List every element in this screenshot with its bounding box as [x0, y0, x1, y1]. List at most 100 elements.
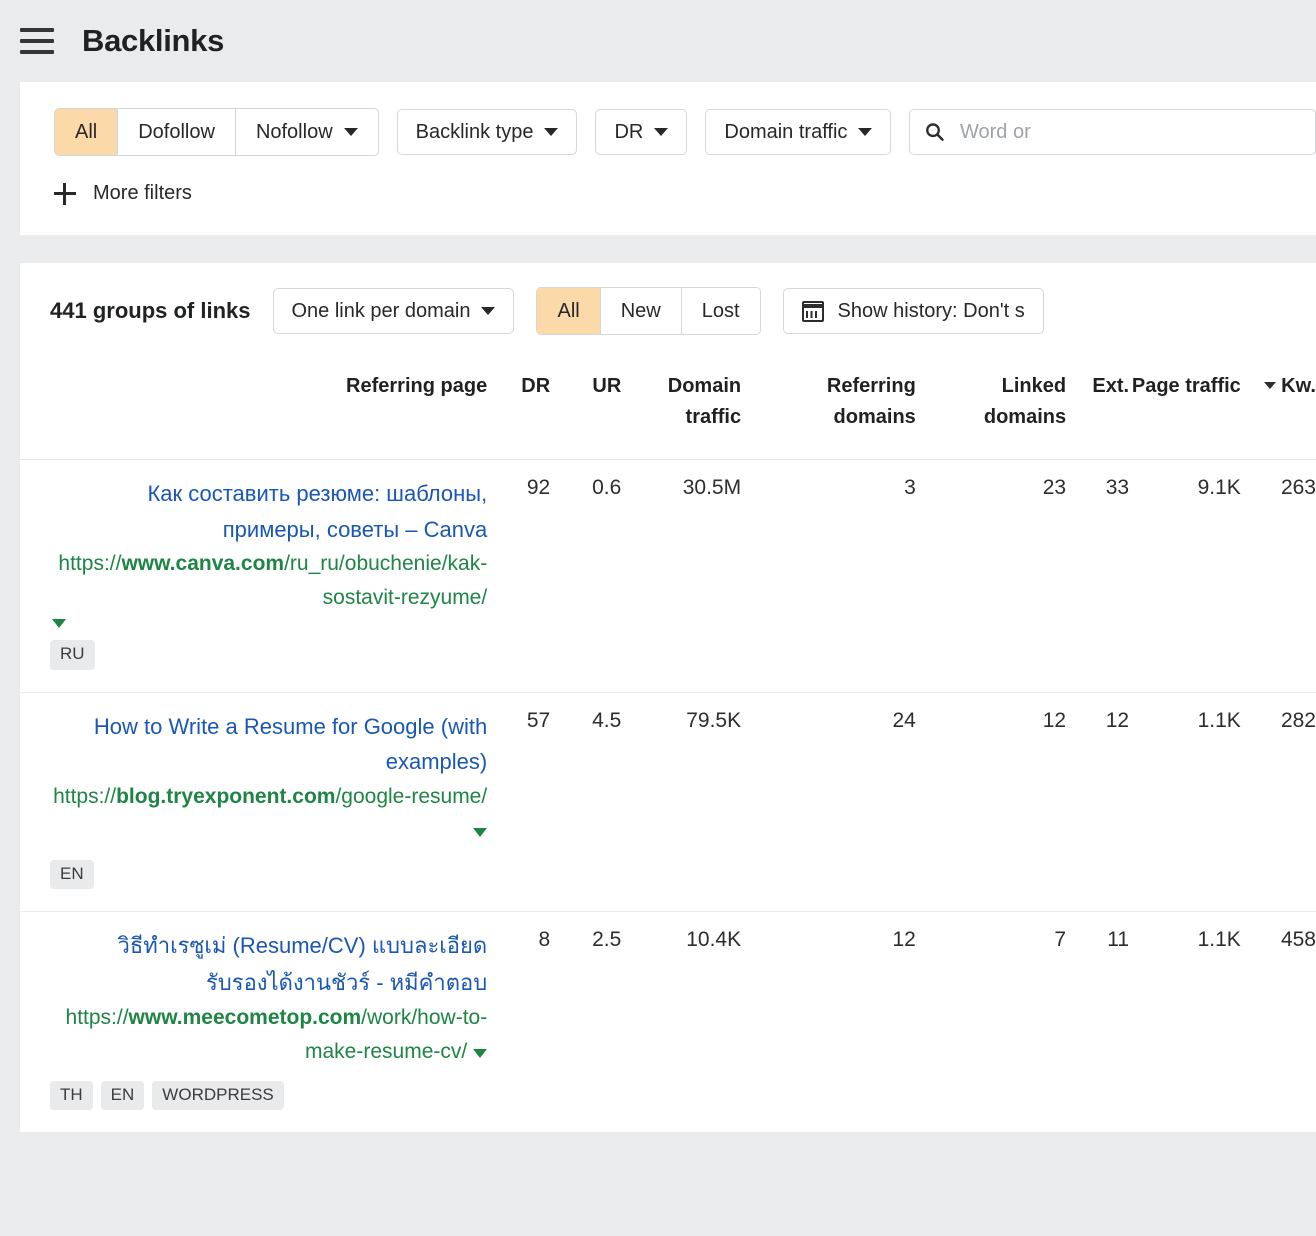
linked-domains-value[interactable]: 7	[916, 912, 1066, 1133]
search-icon	[924, 120, 946, 144]
table-toolbar: 441 groups of links One link per domain …	[20, 263, 1316, 359]
url-path: /ru_ru/obuchenie/kak-sostavit-rezyume/	[284, 552, 487, 609]
top-header: Backlinks	[0, 0, 1316, 82]
url-domain: www.canva.com	[121, 552, 284, 575]
chevron-down-icon	[544, 128, 558, 136]
status-filter-new-label: New	[621, 300, 661, 323]
ur-value: 0.6	[550, 460, 621, 693]
referring-page-cell: Как составить резюме: шаблоны, примеры, …	[20, 460, 487, 693]
tag-list: TH EN WORDPRESS	[50, 1081, 487, 1110]
status-filter-group: All New Lost	[536, 287, 760, 335]
url-path: /google-resume/	[335, 785, 487, 808]
expand-url-caret-icon[interactable]	[52, 619, 66, 628]
ext-value[interactable]: 11	[1066, 912, 1129, 1133]
referring-page-url[interactable]: https://www.canva.com/ru_ru/obuchenie/ka…	[58, 552, 487, 609]
url-scheme: https://	[58, 552, 121, 575]
table-row: วิธีทำเรซูเม่ (Resume/CV) แบบละเอียด รับ…	[20, 912, 1316, 1133]
filters-card: All Dofollow Nofollow Backlink type DR	[20, 82, 1316, 235]
column-header-referring-domains[interactable]: Referring domains	[741, 359, 916, 460]
page-traffic-value: 1.1K	[1129, 692, 1241, 912]
column-header-kw[interactable]: Kw.	[1241, 359, 1316, 460]
sort-descending-icon	[1264, 382, 1276, 389]
column-header-page-traffic[interactable]: Page traffic	[1129, 359, 1241, 460]
url-domain: blog.tryexponent.com	[116, 785, 335, 808]
ext-value[interactable]: 12	[1066, 692, 1129, 912]
column-header-ext[interactable]: Ext.	[1066, 359, 1129, 460]
card-separator	[0, 235, 1316, 263]
column-header-domain-traffic[interactable]: Domain traffic	[621, 359, 741, 460]
ur-value: 4.5	[550, 692, 621, 912]
chevron-down-icon	[481, 307, 495, 315]
hamburger-icon[interactable]	[20, 28, 54, 54]
referring-domains-value[interactable]: 12	[741, 912, 916, 1133]
dr-value: 8	[487, 912, 550, 1133]
follow-filter-all[interactable]: All	[55, 109, 118, 155]
tag-list: RU	[50, 640, 487, 669]
url-domain: www.meecometop.com	[129, 1006, 362, 1029]
groups-count: 441 groups of links	[50, 298, 251, 324]
backlink-type-filter-label: Backlink type	[416, 121, 534, 144]
table-header-row: Referring page DR UR Domain traffic Refe…	[20, 359, 1316, 460]
chevron-down-icon	[858, 128, 872, 136]
column-header-linked-domains[interactable]: Linked domains	[916, 359, 1066, 460]
referring-page-cell: How to Write a Resume for Google (with e…	[20, 692, 487, 912]
backlink-type-filter[interactable]: Backlink type	[397, 109, 578, 155]
expand-url-caret-icon[interactable]	[473, 1049, 487, 1058]
table-body: Как составить резюме: шаблоны, примеры, …	[20, 460, 1316, 1133]
status-filter-all[interactable]: All	[537, 288, 600, 334]
status-filter-new[interactable]: New	[601, 288, 682, 334]
follow-filter-all-label: All	[75, 121, 97, 144]
expand-url-caret-icon[interactable]	[473, 828, 487, 837]
column-header-referring-page[interactable]: Referring page	[20, 359, 487, 460]
domain-traffic-value: 30.5M	[621, 460, 741, 693]
show-history-button[interactable]: Show history: Don't s	[783, 288, 1044, 334]
search-box[interactable]	[909, 109, 1316, 155]
grouping-select[interactable]: One link per domain	[273, 288, 515, 334]
column-header-kw-label: Kw.	[1281, 375, 1316, 397]
language-tag: EN	[101, 1081, 145, 1110]
status-filter-lost-label: Lost	[702, 300, 740, 323]
tag-list: EN	[50, 860, 487, 889]
status-filter-lost[interactable]: Lost	[682, 288, 760, 334]
results-card: 441 groups of links One link per domain …	[20, 263, 1316, 1132]
follow-filter-nofollow[interactable]: Nofollow	[236, 109, 378, 155]
linked-domains-value[interactable]: 23	[916, 460, 1066, 693]
referring-domains-value[interactable]: 3	[741, 460, 916, 693]
linked-domains-value[interactable]: 12	[916, 692, 1066, 912]
language-tag: RU	[50, 640, 95, 669]
page-title: Backlinks	[82, 23, 224, 59]
dr-filter[interactable]: DR	[595, 109, 687, 155]
language-tag: TH	[50, 1081, 93, 1110]
more-filters-label: More filters	[93, 182, 192, 205]
language-tag: EN	[50, 860, 94, 889]
calendar-icon	[802, 301, 824, 322]
chevron-down-icon	[654, 128, 668, 136]
column-header-ur[interactable]: UR	[550, 359, 621, 460]
backlinks-page: Backlinks All Dofollow Nofollow Backlink…	[0, 0, 1316, 1236]
grouping-select-label: One link per domain	[292, 300, 471, 323]
referring-page-title[interactable]: How to Write a Resume for Google (with e…	[50, 709, 487, 780]
domain-traffic-filter[interactable]: Domain traffic	[705, 109, 891, 155]
referring-domains-value[interactable]: 24	[741, 692, 916, 912]
domain-traffic-value: 79.5K	[621, 692, 741, 912]
kw-value[interactable]: 282	[1241, 692, 1316, 912]
referring-page-title[interactable]: วิธีทำเรซูเม่ (Resume/CV) แบบละเอียด รับ…	[50, 928, 487, 1001]
chevron-down-icon	[344, 128, 358, 136]
filter-row: All Dofollow Nofollow Backlink type DR	[54, 108, 1316, 156]
page-traffic-value: 1.1K	[1129, 912, 1241, 1133]
follow-filter-group: All Dofollow Nofollow	[54, 108, 379, 156]
referring-page-url[interactable]: https://www.meecometop.com/work/how-to-m…	[66, 1006, 488, 1063]
kw-value[interactable]: 458	[1241, 912, 1316, 1133]
referring-page-cell: วิธีทำเรซูเม่ (Resume/CV) แบบละเอียด รับ…	[20, 912, 487, 1133]
dr-value: 57	[487, 692, 550, 912]
referring-page-title[interactable]: Как составить резюме: шаблоны, примеры, …	[50, 476, 487, 547]
column-header-dr[interactable]: DR	[487, 359, 550, 460]
more-filters-button[interactable]: More filters	[54, 182, 192, 205]
ext-value[interactable]: 33	[1066, 460, 1129, 693]
column-header-page-traffic-label: Page traffic	[1132, 375, 1241, 397]
kw-value[interactable]: 263	[1241, 460, 1316, 693]
search-input[interactable]	[958, 120, 1301, 145]
referring-page-url[interactable]: https://blog.tryexponent.com/google-resu…	[53, 785, 487, 842]
table-header: Referring page DR UR Domain traffic Refe…	[20, 359, 1316, 460]
follow-filter-dofollow[interactable]: Dofollow	[118, 109, 236, 155]
